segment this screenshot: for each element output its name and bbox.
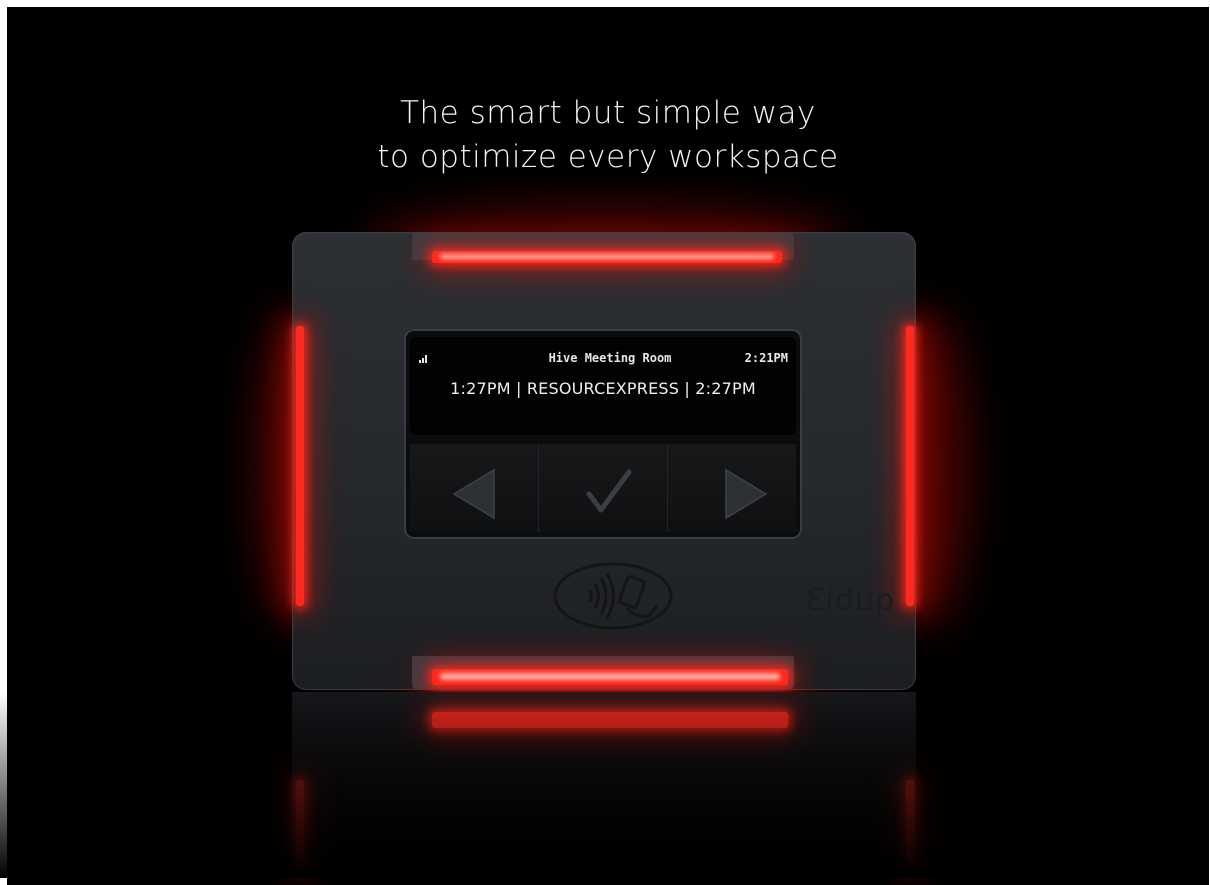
display-status-bar: Hive Meeting Room 2:21PM — [410, 351, 796, 367]
arrow-right-icon — [725, 468, 768, 520]
current-time: 2:21PM — [744, 351, 788, 365]
touch-button-strip — [410, 444, 796, 532]
svg-text:qubi3: qubi3 — [804, 583, 894, 618]
confirm-button[interactable] — [539, 444, 668, 532]
led-strip-left — [296, 326, 304, 606]
headline: The smart but simple way to optimize eve… — [7, 91, 1209, 179]
headline-line-1: The smart but simple way — [400, 95, 816, 131]
room-name: Hive Meeting Room — [548, 351, 672, 365]
brand-logo: qubi3 — [788, 580, 898, 620]
led-strip-top-core — [440, 254, 774, 259]
contactless-tap-icon — [553, 562, 673, 630]
booking-info: 1:27PM | RESOURCEXPRESS | 2:27PM — [450, 379, 756, 398]
headline-line-2: to optimize every workspace — [377, 139, 839, 175]
qubi3-logo: qubi3 — [804, 583, 894, 618]
checkmark-icon — [586, 469, 632, 513]
oled-display: Hive Meeting Room 2:21PM 1:27PM | RESOUR… — [410, 337, 796, 435]
arrow-left-icon — [452, 468, 495, 520]
previous-button[interactable] — [410, 444, 539, 532]
led-strip-bottom-core — [440, 673, 780, 680]
reflection-fade — [0, 692, 1202, 878]
signal-bars-icon — [419, 355, 427, 363]
led-strip-right — [906, 326, 914, 606]
next-button[interactable] — [668, 444, 796, 532]
